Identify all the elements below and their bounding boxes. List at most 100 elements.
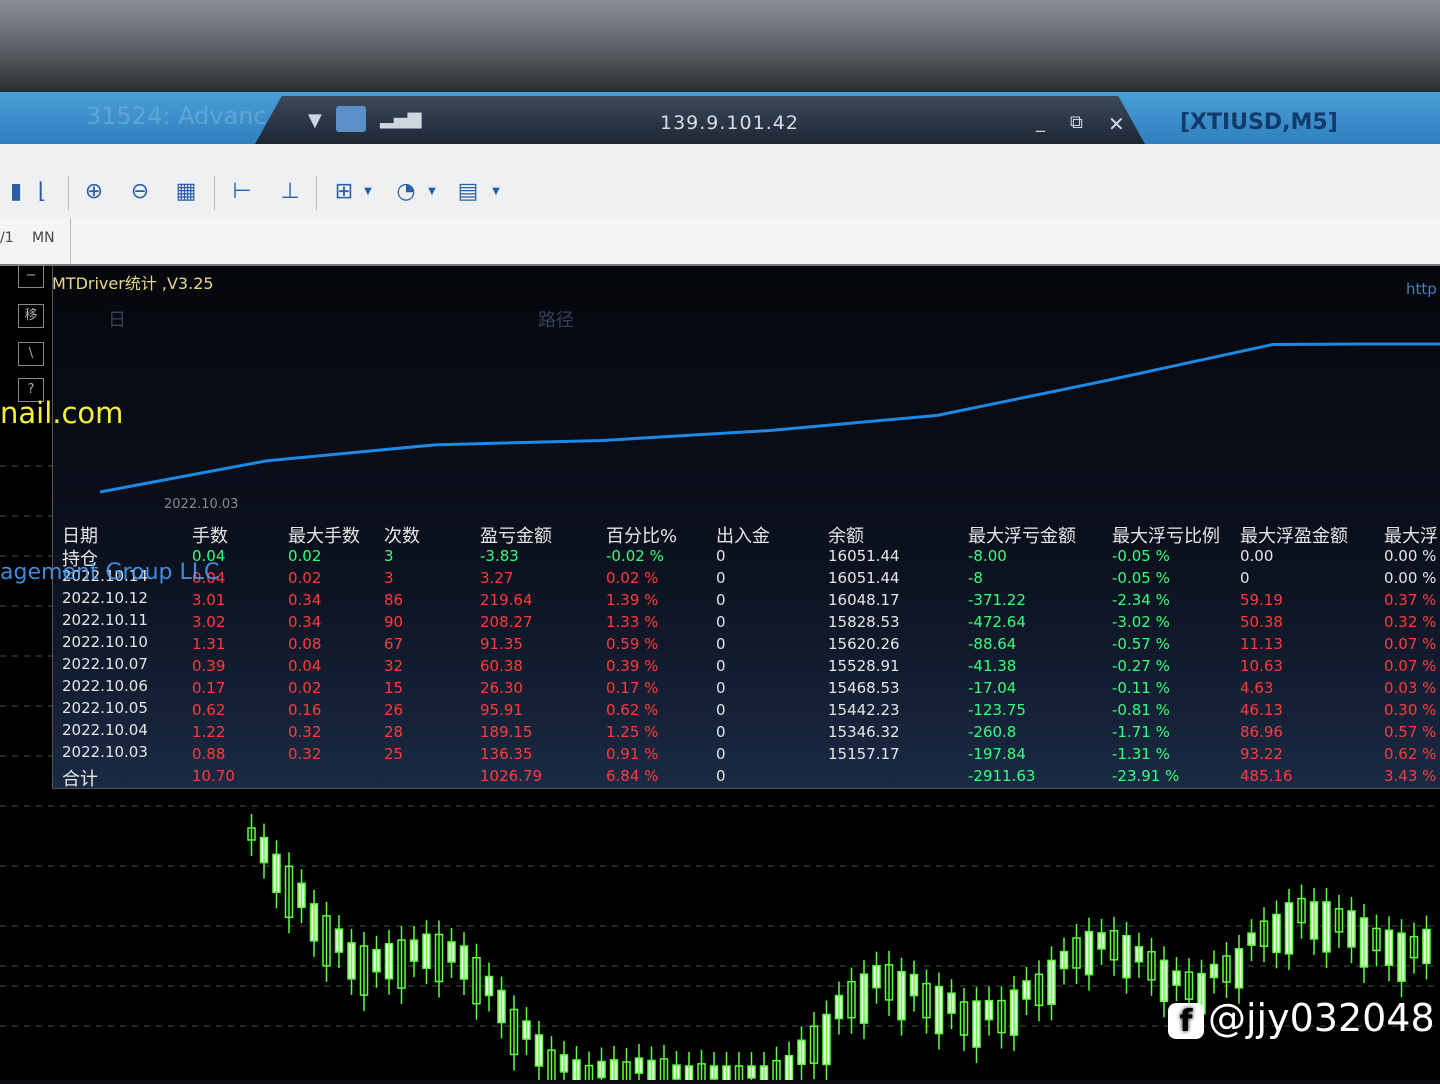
table-cell: -0.57 % xyxy=(1112,635,1170,653)
table-cell: 0.34 xyxy=(288,591,322,609)
table-cell: 0.32 xyxy=(288,745,322,763)
table-row-label: 2022.10.07 xyxy=(62,655,148,673)
monitor-bezel xyxy=(0,0,1440,92)
pin-icon[interactable] xyxy=(336,106,366,132)
table-cell: 1.25 % xyxy=(606,723,659,741)
table-cell: 0 xyxy=(716,701,726,719)
zoom-out-icon[interactable]: ⊖ xyxy=(124,176,156,208)
table-cell: 15 xyxy=(384,679,404,697)
table-cell: 15157.17 xyxy=(828,745,900,763)
table-cell: 208.27 xyxy=(480,613,533,631)
table-header: 最大浮亏金额 xyxy=(968,526,1076,547)
table-cell: 0.02 xyxy=(288,569,322,587)
tile-windows-icon[interactable]: ▦ xyxy=(170,176,202,208)
table-cell: -8 xyxy=(968,569,983,587)
table-cell: 32 xyxy=(384,657,404,675)
table-cell: 3 xyxy=(384,547,394,565)
line-chart-icon[interactable]: ⌊ xyxy=(26,176,58,208)
dropdown-arrow-icon[interactable]: ▼ xyxy=(488,176,504,208)
table-cell: 3.27 xyxy=(480,569,514,587)
table-cell: 93.22 xyxy=(1240,745,1283,763)
minimize-button[interactable]: _ xyxy=(1036,112,1045,133)
table-cell: 0.32 xyxy=(288,723,322,741)
close-button[interactable]: ✕ xyxy=(1108,112,1125,136)
table-cell: 219.64 xyxy=(480,591,533,609)
table-row-label: 2022.10.03 xyxy=(62,743,148,761)
auto-scroll-icon[interactable]: ⊢ xyxy=(226,176,258,208)
table-cell: 136.35 xyxy=(480,745,533,763)
table-cell: -0.05 % xyxy=(1112,569,1170,587)
table-cell: 0.02 % xyxy=(606,569,659,587)
table-row-label: 2022.10.10 xyxy=(62,633,148,651)
zoom-in-icon[interactable]: ⊕ xyxy=(78,176,110,208)
watermark: f @jjy032048 xyxy=(1168,996,1435,1040)
table-header: 最大浮盈金额 xyxy=(1240,526,1348,547)
table-cell: 86.96 xyxy=(1240,723,1283,741)
table-row-label: 2022.10.11 xyxy=(62,611,148,629)
table-row-label: 2022.10.12 xyxy=(62,589,148,607)
table-cell: 60.38 xyxy=(480,657,523,675)
restore-button[interactable]: ⧉ xyxy=(1070,112,1083,133)
table-header: 最大浮亏比例 xyxy=(1112,526,1220,547)
broker-name-text: agement Group LLC xyxy=(0,560,220,585)
table-header: 最大浮 xyxy=(1384,526,1438,547)
table-cell: 3.02 xyxy=(192,613,226,631)
table-cell: 0.39 xyxy=(192,657,226,675)
templates-icon[interactable]: ▤ xyxy=(452,176,484,208)
periods-clock-icon[interactable]: ◔ xyxy=(390,176,422,208)
table-cell: 0.88 xyxy=(192,745,226,763)
table-cell: -0.02 % xyxy=(606,547,664,565)
table-cell: -472.64 xyxy=(968,613,1026,631)
table-cell: 1.33 % xyxy=(606,613,659,631)
toolbar-divider xyxy=(214,176,215,210)
indicators-icon[interactable]: ⊞ xyxy=(328,176,360,208)
table-header: 出入金 xyxy=(716,526,770,547)
dropdown-arrow-icon[interactable]: ▼ xyxy=(308,110,322,131)
table-header: 百分比% xyxy=(606,526,678,547)
table-cell: 0.07 % xyxy=(1384,635,1437,653)
table-cell: 0.34 xyxy=(288,613,322,631)
table-cell: -371.22 xyxy=(968,591,1026,609)
toolbar-divider xyxy=(68,176,69,210)
table-cell: 15346.32 xyxy=(828,723,900,741)
table-cell: 0.00 xyxy=(1240,547,1274,565)
table-cell: 1.39 % xyxy=(606,591,659,609)
table-cell: 46.13 xyxy=(1240,701,1283,719)
table-cell: -41.38 xyxy=(968,657,1017,675)
table-cell: 26 xyxy=(384,701,404,719)
table-cell: -17.04 xyxy=(968,679,1017,697)
table-cell: -1.31 % xyxy=(1112,745,1170,763)
remote-host-address: 139.9.101.42 xyxy=(660,112,799,134)
chart-symbol-label: [XTIUSD,M5] xyxy=(1180,110,1338,135)
table-cell: 0.32 % xyxy=(1384,613,1437,631)
table-cell: 0.39 % xyxy=(606,657,659,675)
table-cell: -2911.63 xyxy=(968,767,1036,785)
table-cell: 0 xyxy=(716,635,726,653)
table-cell: 86 xyxy=(384,591,404,609)
table-cell: -260.8 xyxy=(968,723,1017,741)
table-cell: -1.71 % xyxy=(1112,723,1170,741)
table-cell: 59.19 xyxy=(1240,591,1283,609)
timeframe-button[interactable]: MN xyxy=(32,230,55,246)
table-cell: 15828.53 xyxy=(828,613,900,631)
table-cell: 0.04 xyxy=(288,657,322,675)
table-cell: 91.35 xyxy=(480,635,523,653)
dropdown-arrow-icon[interactable]: ▼ xyxy=(424,176,440,208)
table-cell: 4.63 xyxy=(1240,679,1274,697)
chart-shift-icon[interactable]: ⊥ xyxy=(274,176,306,208)
table-cell: 0 xyxy=(716,679,726,697)
table-cell: -0.05 % xyxy=(1112,547,1170,565)
dropdown-arrow-icon[interactable]: ▼ xyxy=(360,176,376,208)
table-cell: 0.07 % xyxy=(1384,657,1437,675)
table-cell: -0.81 % xyxy=(1112,701,1170,719)
table-header: 余额 xyxy=(828,526,864,547)
table-cell: 3.43 % xyxy=(1384,767,1437,785)
table-cell: 15528.91 xyxy=(828,657,900,675)
table-cell: 0.62 xyxy=(192,701,226,719)
table-cell: 15468.53 xyxy=(828,679,900,697)
table-cell: 16051.44 xyxy=(828,569,900,587)
timeframe-button[interactable]: /1 xyxy=(0,230,14,246)
toolbar-divider xyxy=(316,176,317,210)
table-cell: -23.91 % xyxy=(1112,767,1180,785)
table-cell: -88.64 xyxy=(968,635,1017,653)
